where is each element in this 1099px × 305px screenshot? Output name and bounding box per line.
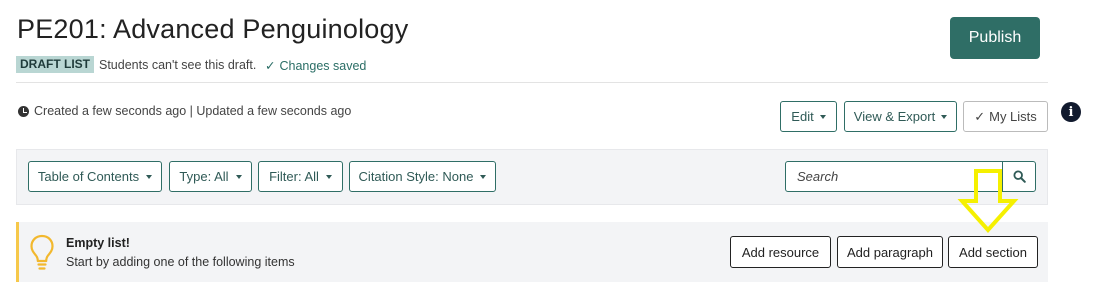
citation-style-label: Citation Style: None: [358, 169, 474, 184]
filter-dropdown[interactable]: Filter: All: [258, 161, 343, 192]
check-icon: ✓: [265, 59, 276, 73]
chevron-down-icon: [235, 174, 242, 179]
chevron-down-icon: [480, 174, 487, 179]
add-section-button[interactable]: Add section: [948, 236, 1038, 268]
type-filter-dropdown[interactable]: Type: All: [169, 161, 252, 192]
chevron-down-icon: [941, 114, 948, 119]
my-lists-button[interactable]: ✓ My Lists: [963, 101, 1048, 132]
page-title: PE201: Advanced Penguinology: [17, 14, 409, 44]
header-divider: [16, 82, 1048, 83]
empty-list-panel: Empty list! Start by adding one of the f…: [16, 222, 1048, 282]
empty-list-subtitle: Start by adding one of the following ite…: [66, 255, 295, 269]
publish-button[interactable]: Publish: [950, 17, 1040, 59]
type-filter-label: Type: All: [179, 169, 229, 184]
chevron-down-icon: [146, 174, 153, 179]
chevron-down-icon: [819, 114, 826, 119]
down-arrow-annotation: [957, 169, 1019, 233]
add-paragraph-button[interactable]: Add paragraph: [837, 236, 943, 268]
citation-style-dropdown[interactable]: Citation Style: None: [349, 161, 496, 192]
table-of-contents-label: Table of Contents: [37, 169, 140, 184]
list-toolbar: Table of Contents Type: All Filter: All …: [16, 149, 1048, 205]
info-icon[interactable]: i: [1061, 102, 1081, 122]
my-lists-button-label: My Lists: [989, 109, 1037, 124]
clock-icon: [18, 105, 29, 117]
view-export-button-label: View & Export: [853, 109, 936, 124]
chevron-down-icon: [325, 174, 332, 179]
edit-button[interactable]: Edit: [780, 101, 837, 132]
add-resource-button[interactable]: Add resource: [730, 236, 831, 268]
filter-label: Filter: All: [269, 169, 319, 184]
edit-button-label: Edit: [791, 109, 814, 124]
empty-list-title: Empty list!: [66, 236, 130, 250]
check-icon: ✓: [974, 108, 986, 124]
draft-badge: DRAFT LIST: [16, 56, 94, 73]
draft-note: Students can't see this draft.: [99, 58, 257, 72]
lightbulb-icon: [30, 234, 54, 270]
saved-status-label: Changes saved: [279, 59, 367, 73]
timestamps-text: Created a few seconds ago | Updated a fe…: [34, 104, 352, 118]
view-export-button[interactable]: View & Export: [844, 101, 957, 132]
saved-status: ✓ Changes saved: [265, 58, 366, 73]
timestamps-row: Created a few seconds ago | Updated a fe…: [18, 104, 351, 118]
table-of-contents-dropdown[interactable]: Table of Contents: [28, 161, 162, 192]
